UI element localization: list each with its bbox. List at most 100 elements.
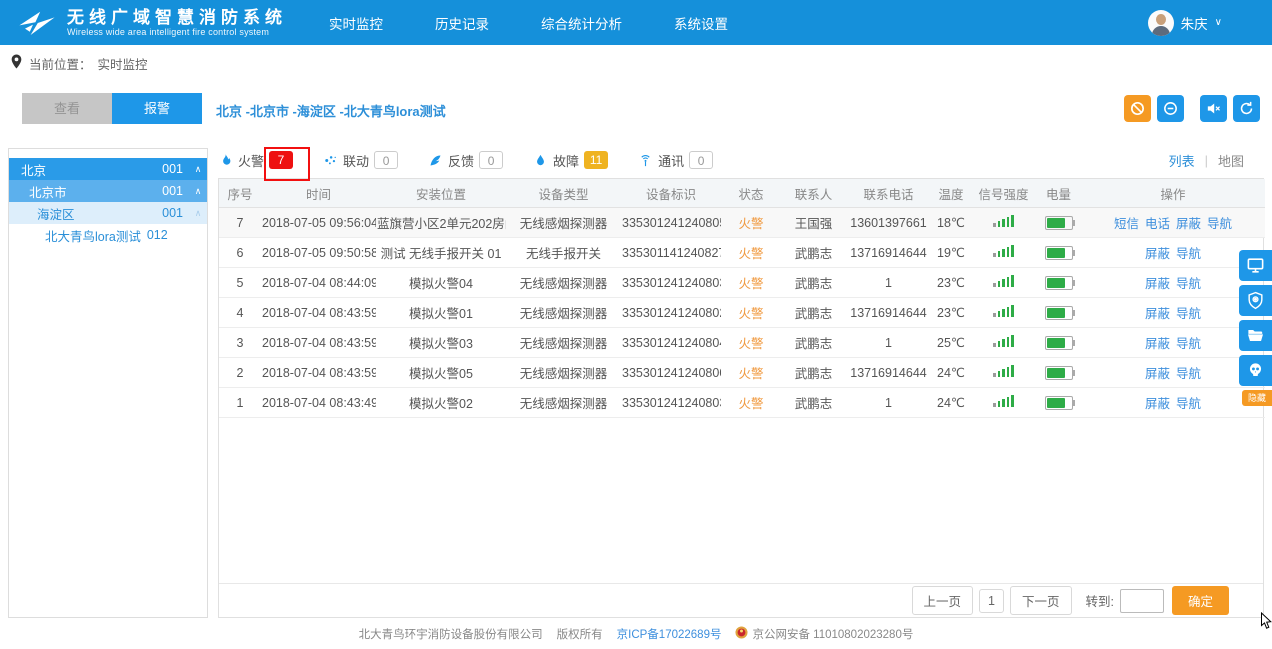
breadcrumb: 当前位置： 实时监控 xyxy=(0,45,1272,81)
folder-button[interactable] xyxy=(1239,320,1272,351)
cell-battery xyxy=(1036,208,1081,238)
tab-alarm[interactable]: 报警 xyxy=(112,93,202,124)
avatar xyxy=(1148,10,1174,36)
view-toggle-list[interactable]: 列表 xyxy=(1169,151,1195,170)
user-menu[interactable]: 朱庆 ∨ xyxy=(1148,10,1222,36)
skull-button[interactable] xyxy=(1239,355,1272,386)
goto-page-input[interactable] xyxy=(1120,589,1164,613)
shield-gear-button[interactable] xyxy=(1239,285,1272,316)
monitor-button[interactable] xyxy=(1239,250,1272,281)
side-float-panel: 隐藏 xyxy=(1239,250,1272,406)
tree-item-label: 海淀区 xyxy=(37,204,75,223)
footer-company: 北大青鸟环宇消防设备股份有限公司 xyxy=(359,626,543,642)
alarm-toolbar xyxy=(1124,95,1260,122)
action-shield[interactable]: 屏蔽 xyxy=(1176,217,1201,231)
minus-circle-button[interactable] xyxy=(1157,95,1184,122)
cell-phone: 13716914644 xyxy=(846,238,931,268)
mute-speaker-button[interactable] xyxy=(1200,95,1227,122)
next-page-button[interactable]: 下一页 xyxy=(1010,586,1072,615)
cell-contact: 武鹏志 xyxy=(781,298,846,328)
action-navigate[interactable]: 导航 xyxy=(1176,337,1201,351)
cell-time: 2018-07-05 09:50:58 xyxy=(261,238,376,268)
signal-strength-icon xyxy=(993,275,1014,287)
fault-icon xyxy=(533,153,548,168)
hide-panel-tag[interactable]: 隐藏 xyxy=(1242,390,1272,406)
action-navigate[interactable]: 导航 xyxy=(1176,397,1201,411)
cell-actions: 屏蔽导航 xyxy=(1081,388,1265,418)
location-pin-icon xyxy=(10,54,23,72)
column-header: 安装位置 xyxy=(376,179,506,208)
filter-chip[interactable]: 通讯0 xyxy=(638,151,713,170)
column-header: 信号强度 xyxy=(971,179,1036,208)
view-toggle: 列表 | 地图 xyxy=(1169,151,1244,170)
cell-contact: 武鹏志 xyxy=(781,388,846,418)
tab-view[interactable]: 查看 xyxy=(22,93,112,124)
cell-location: 蓝旗营小区2单元202房间 xyxy=(376,208,506,238)
filter-chip[interactable]: 联动 0 xyxy=(323,151,398,170)
table-row: 62018-07-05 09:50:58测试 无线手报开关 01无线手报开关33… xyxy=(219,238,1265,268)
cell-time: 2018-07-04 08:43:59 xyxy=(261,358,376,388)
icp-link[interactable]: 京ICP备17022689号 xyxy=(617,626,722,642)
action-navigate[interactable]: 导航 xyxy=(1176,367,1201,381)
nav-item-settings[interactable]: 系统设置 xyxy=(674,13,728,33)
filter-chip[interactable]: 故障11 xyxy=(533,151,608,170)
action-sms[interactable]: 短信 xyxy=(1114,217,1139,231)
page-number-button[interactable]: 1 xyxy=(979,589,1004,613)
cell-signal xyxy=(971,358,1036,388)
filter-count-badge: 0 xyxy=(374,151,398,169)
action-shield[interactable]: 屏蔽 xyxy=(1145,337,1170,351)
cell-contact: 王国强 xyxy=(781,208,846,238)
police-record-text: 京公网安备 11010802023280号 xyxy=(752,626,913,642)
sidebar-item[interactable]: 北京市001∧ xyxy=(9,180,207,202)
column-header: 设备类型 xyxy=(506,179,621,208)
column-header: 设备标识 xyxy=(621,179,721,208)
cell-status: 火警 xyxy=(721,358,781,388)
sidebar-item[interactable]: 北京001∧ xyxy=(9,158,207,180)
cell-battery xyxy=(1036,268,1081,298)
sidebar-item[interactable]: 海淀区001∧ xyxy=(9,202,207,224)
column-header: 联系人 xyxy=(781,179,846,208)
action-shield[interactable]: 屏蔽 xyxy=(1145,397,1170,411)
action-shield[interactable]: 屏蔽 xyxy=(1145,247,1170,261)
action-shield[interactable]: 屏蔽 xyxy=(1145,307,1170,321)
goto-label: 转到: xyxy=(1086,591,1114,610)
nav-item-statistics[interactable]: 综合统计分析 xyxy=(541,13,622,33)
prev-page-button[interactable]: 上一页 xyxy=(912,586,974,615)
tree-item-count: 012 xyxy=(147,228,168,242)
action-shield[interactable]: 屏蔽 xyxy=(1145,367,1170,381)
cell-serial: 7 xyxy=(219,208,261,238)
sidebar-item[interactable]: 北大青鸟lora测试 012 xyxy=(9,224,207,246)
device-table: 序号时间安装位置设备类型设备标识状态联系人联系电话温度信号强度电量操作 7201… xyxy=(219,179,1265,418)
cell-serial: 3 xyxy=(219,328,261,358)
table-row: 52018-07-04 08:44:09模拟火警04无线感烟探测器3353012… xyxy=(219,268,1265,298)
tree-item-label: 北大青鸟lora测试 xyxy=(45,226,141,245)
filter-chip[interactable]: 火警7 xyxy=(218,151,293,170)
action-navigate[interactable]: 导航 xyxy=(1207,217,1232,231)
action-navigate[interactable]: 导航 xyxy=(1176,277,1201,291)
side-float-buttons xyxy=(1239,250,1272,390)
confirm-button[interactable]: 确定 xyxy=(1172,586,1229,615)
cell-signal xyxy=(971,298,1036,328)
action-shield[interactable]: 屏蔽 xyxy=(1145,277,1170,291)
cell-contact: 武鹏志 xyxy=(781,358,846,388)
ban-button[interactable] xyxy=(1124,95,1151,122)
tab-row: 查看 报警 北京 -北京市 -海淀区 -北大青鸟lora测试 xyxy=(0,93,1272,124)
cell-type: 无线感烟探测器 xyxy=(506,298,621,328)
filter-chip[interactable]: 反馈0 xyxy=(428,151,503,170)
view-toggle-map[interactable]: 地图 xyxy=(1218,151,1244,170)
footer: 北大青鸟环宇消防设备股份有限公司 版权所有 京ICP备17022689号 京公网… xyxy=(0,626,1272,642)
battery-icon xyxy=(1045,276,1073,290)
cell-device-id: 3353012412408030 xyxy=(621,268,721,298)
main-nav: 实时监控 历史记录 综合统计分析 系统设置 xyxy=(329,13,728,33)
action-phone[interactable]: 电话 xyxy=(1145,217,1170,231)
action-navigate[interactable]: 导航 xyxy=(1176,307,1201,321)
refresh-button[interactable] xyxy=(1233,95,1260,122)
cell-serial: 5 xyxy=(219,268,261,298)
signal-strength-icon xyxy=(993,305,1014,317)
filter-chip-label: 联动 xyxy=(343,151,369,170)
action-navigate[interactable]: 导航 xyxy=(1176,247,1201,261)
nav-item-realtime-monitor[interactable]: 实时监控 xyxy=(329,13,383,33)
cell-device-id: 3353012412408041 xyxy=(621,328,721,358)
nav-item-history[interactable]: 历史记录 xyxy=(435,13,489,33)
cell-time: 2018-07-04 08:43:59 xyxy=(261,328,376,358)
